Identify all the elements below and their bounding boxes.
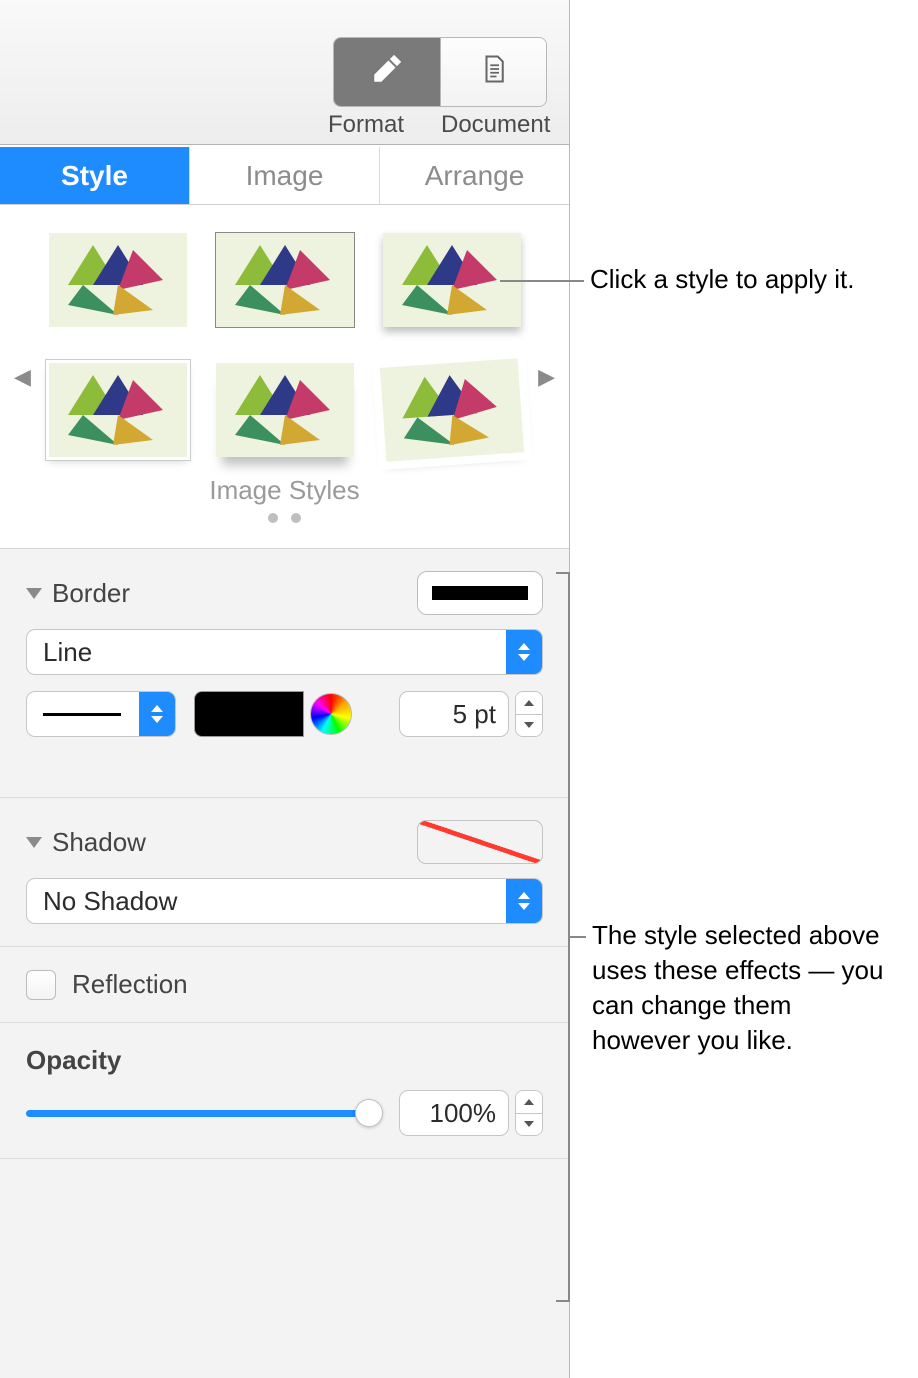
page-dot-2[interactable] — [291, 513, 301, 523]
slider-knob[interactable] — [355, 1099, 383, 1127]
stepper-down[interactable] — [516, 1113, 542, 1136]
style-thumb-5[interactable] — [216, 363, 354, 457]
annotation-bracket-top — [556, 572, 570, 574]
annotation-bracket-bottom — [556, 1300, 570, 1302]
popup-arrows-icon — [506, 879, 542, 923]
inspector-mode-segment — [333, 37, 547, 107]
tab-arrange[interactable]: Arrange — [380, 147, 569, 204]
tab-image[interactable]: Image — [190, 147, 380, 204]
annotations-area: Click a style to apply it. The style sel… — [570, 0, 918, 1378]
reflection-checkbox[interactable] — [26, 970, 56, 1000]
line-sample-icon — [43, 713, 121, 716]
paintbrush-icon — [370, 52, 404, 93]
border-size-input[interactable] — [399, 691, 509, 737]
opacity-title: Opacity — [26, 1045, 121, 1075]
opacity-section: Opacity — [0, 1023, 569, 1159]
opacity-input[interactable] — [399, 1090, 509, 1136]
tab-style[interactable]: Style — [0, 147, 190, 204]
border-type-value: Line — [27, 637, 506, 668]
chevron-down-icon[interactable] — [26, 837, 42, 848]
image-styles-area: ◀ ▶ Image Styles — [0, 205, 569, 548]
border-color-swatch[interactable] — [194, 691, 304, 737]
shadow-section: Shadow No Shadow — [0, 798, 569, 947]
format-label: Format — [313, 111, 419, 139]
page-dot-1[interactable] — [268, 513, 278, 523]
shadow-type-value: No Shadow — [27, 886, 506, 917]
document-button[interactable] — [440, 38, 546, 106]
inspector-subtabs: Style Image Arrange — [0, 147, 569, 205]
border-title: Border — [52, 578, 130, 609]
shadow-title: Shadow — [52, 827, 146, 858]
styles-page-dots[interactable] — [46, 510, 523, 528]
color-wheel-icon[interactable] — [310, 693, 352, 735]
styles-prev-arrow[interactable]: ◀ — [14, 364, 31, 390]
popup-arrows-icon — [506, 630, 542, 674]
shadow-type-popup[interactable]: No Shadow — [26, 878, 543, 924]
document-label: Document — [441, 111, 547, 139]
format-button[interactable] — [334, 38, 440, 106]
annotation-effects: The style selected above uses these effe… — [592, 918, 892, 1058]
annotation-leader-2 — [570, 936, 586, 938]
border-type-popup[interactable]: Line — [26, 629, 543, 675]
border-section: Border Line — [0, 549, 569, 798]
annotation-leader-1 — [500, 280, 584, 282]
style-thumb-2[interactable] — [216, 233, 354, 327]
stepper-down[interactable] — [516, 714, 542, 737]
chevron-down-icon[interactable] — [26, 588, 42, 599]
style-sections: Border Line — [0, 548, 569, 1378]
popup-arrows-icon — [139, 692, 175, 736]
border-linestyle-popup[interactable] — [26, 691, 176, 737]
styles-next-arrow[interactable]: ▶ — [538, 364, 555, 390]
style-thumb-6[interactable] — [379, 358, 523, 461]
border-size-stepper[interactable] — [515, 691, 543, 737]
document-icon — [479, 52, 509, 93]
style-thumb-1[interactable] — [49, 233, 187, 327]
reflection-title: Reflection — [72, 969, 188, 1000]
stepper-up[interactable] — [516, 1091, 542, 1113]
opacity-slider[interactable] — [26, 1099, 381, 1127]
reflection-section: Reflection — [0, 947, 569, 1023]
style-thumb-4[interactable] — [49, 363, 187, 457]
format-inspector-panel: Format Document Style Image Arrange ◀ ▶ … — [0, 0, 570, 1378]
window-toolbar: Format Document — [0, 0, 569, 147]
stepper-up[interactable] — [516, 692, 542, 714]
border-preset-swatch[interactable] — [417, 571, 543, 615]
annotation-style-click: Click a style to apply it. — [590, 262, 854, 297]
opacity-stepper[interactable] — [515, 1090, 543, 1136]
shadow-preset-swatch[interactable] — [417, 820, 543, 864]
image-styles-caption: Image Styles — [46, 475, 523, 506]
